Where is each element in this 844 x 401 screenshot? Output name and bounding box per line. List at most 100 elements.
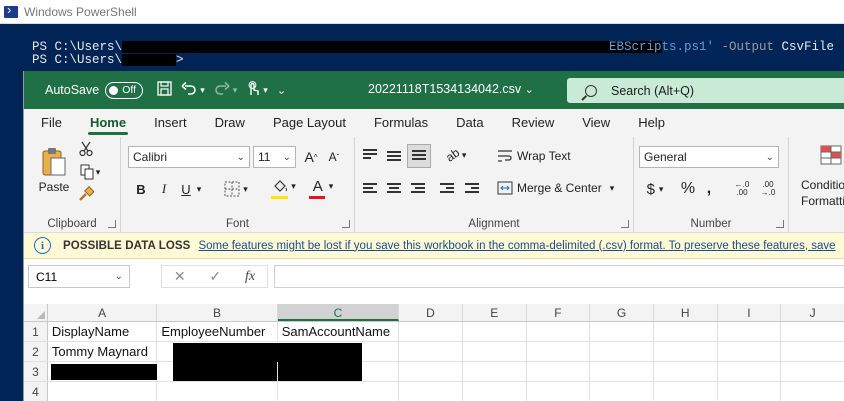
select-all-button[interactable] [24, 304, 48, 321]
cell-a2[interactable]: Tommy Maynard [48, 342, 158, 361]
tab-data[interactable]: Data [442, 109, 497, 137]
tab-formulas[interactable]: Formulas [360, 109, 442, 137]
align-center-icon[interactable] [387, 183, 401, 195]
cancel-icon[interactable]: ✕ [174, 268, 186, 285]
cell-j4[interactable] [781, 382, 844, 401]
cell-h1[interactable] [654, 322, 718, 341]
cell-g1[interactable] [590, 322, 654, 341]
cell-f3[interactable] [527, 362, 591, 381]
touch-dropdown-icon[interactable]: ▾ [263, 85, 268, 96]
row-header[interactable]: 1 [24, 322, 48, 341]
infobar-message[interactable]: Some features might be lost if you save … [198, 240, 835, 252]
cell-f2[interactable] [527, 342, 591, 361]
row-header[interactable]: 4 [24, 382, 48, 401]
cell-i1[interactable] [718, 322, 782, 341]
cell-b4[interactable] [157, 382, 278, 401]
customize-toolbar-icon[interactable]: ⌄ [277, 84, 286, 97]
tab-draw[interactable]: Draw [201, 109, 259, 137]
undo-icon[interactable] [181, 81, 197, 99]
cell-a3[interactable] [48, 362, 158, 381]
wrap-text-button[interactable]: Wrap Text [497, 145, 577, 167]
align-top-icon[interactable] [363, 149, 377, 161]
cell-d1[interactable] [399, 322, 463, 341]
font-color-icon[interactable]: A ▾ [307, 175, 339, 197]
formula-input[interactable] [274, 265, 844, 288]
tab-page-layout[interactable]: Page Layout [259, 109, 360, 137]
cell-h2[interactable] [654, 342, 718, 361]
cell-d4[interactable] [399, 382, 463, 401]
increase-indent-icon[interactable] [465, 183, 479, 195]
touch-mode-icon[interactable] [246, 80, 260, 100]
cell-a1[interactable]: DisplayName [48, 322, 158, 341]
cell-g4[interactable] [590, 382, 654, 401]
italic-button[interactable]: I [156, 178, 172, 200]
tab-help[interactable]: Help [624, 109, 679, 137]
undo-dropdown-icon[interactable]: ▾ [200, 85, 205, 96]
tab-insert[interactable]: Insert [140, 109, 201, 137]
search-box[interactable]: Search (Alt+Q) [567, 78, 844, 103]
font-size-select[interactable]: 11 ⌄ [253, 146, 296, 168]
cell-c4[interactable] [278, 382, 400, 401]
cell-d3[interactable] [399, 362, 463, 381]
column-header-c[interactable]: C [277, 304, 400, 321]
copy-icon[interactable]: ▾ [77, 163, 103, 181]
cell-g3[interactable] [590, 362, 654, 381]
cell-e4[interactable] [463, 382, 527, 401]
autosave-switch[interactable]: Off [105, 81, 144, 99]
paste-button[interactable]: Paste [36, 143, 72, 197]
underline-button[interactable]: U [178, 178, 194, 200]
cell-f4[interactable] [527, 382, 591, 401]
cell-c3[interactable] [278, 362, 400, 381]
column-header-g[interactable]: G [590, 304, 654, 321]
tab-view[interactable]: View [568, 109, 624, 137]
format-painter-icon[interactable] [77, 185, 95, 203]
cell-j1[interactable] [781, 322, 844, 341]
cell-f1[interactable] [527, 322, 591, 341]
cell-e3[interactable] [463, 362, 527, 381]
save-icon[interactable] [157, 81, 172, 99]
number-launcher-icon[interactable] [776, 220, 784, 228]
borders-icon[interactable]: ▾ [221, 178, 251, 200]
cell-a4[interactable] [48, 382, 158, 401]
autosave-toggle[interactable]: AutoSave Off [45, 81, 144, 99]
align-bottom-icon[interactable] [407, 144, 431, 168]
tab-file[interactable]: File [24, 109, 76, 137]
orientation-icon[interactable]: ab ▾ [443, 145, 469, 165]
column-header-h[interactable]: H [654, 304, 718, 321]
cell-b1[interactable]: EmployeeNumber [157, 322, 278, 341]
column-header-a[interactable]: A [48, 304, 158, 321]
row-header[interactable]: 3 [24, 362, 48, 381]
cell-i3[interactable] [718, 362, 782, 381]
cell-b3[interactable] [157, 362, 278, 381]
align-left-icon[interactable] [363, 183, 377, 195]
bold-button[interactable]: B [133, 178, 149, 200]
font-family-select[interactable]: Calibri ⌄ [128, 146, 250, 168]
column-header-j[interactable]: J [781, 304, 844, 321]
document-title[interactable]: 20221118T1534134042.csv ⌄ [368, 82, 534, 96]
column-header-b[interactable]: B [157, 304, 278, 321]
merge-center-button[interactable]: Merge & Center ▾ [497, 177, 627, 199]
enter-icon[interactable]: ✓ [209, 268, 221, 285]
cut-icon[interactable] [77, 140, 95, 158]
column-header-d[interactable]: D [399, 304, 463, 321]
number-format-select[interactable]: General ⌄ [639, 146, 779, 168]
cell-i2[interactable] [718, 342, 782, 361]
increase-font-icon[interactable]: A ^ [301, 146, 321, 168]
align-middle-icon[interactable] [387, 151, 401, 163]
cell-d2[interactable] [399, 342, 463, 361]
alignment-launcher-icon[interactable] [621, 220, 629, 228]
cell-c1[interactable]: SamAccountName [278, 322, 400, 341]
decrease-indent-icon[interactable] [440, 183, 454, 195]
clipboard-launcher-icon[interactable] [108, 220, 116, 228]
cell-e2[interactable] [463, 342, 527, 361]
cell-b2[interactable] [157, 342, 363, 381]
column-header-e[interactable]: E [463, 304, 527, 321]
redo-dropdown-icon[interactable]: ▾ [233, 85, 238, 96]
comma-style-icon[interactable]: , [702, 178, 716, 200]
conditional-formatting-label[interactable]: Condition Formattin [801, 177, 844, 209]
cell-g2[interactable] [590, 342, 654, 361]
decrease-font-icon[interactable]: Aˇ [324, 146, 344, 168]
conditional-formatting-icon[interactable] [819, 143, 843, 167]
row-header[interactable]: 2 [24, 342, 48, 361]
increase-decimal-icon[interactable]: ←.0.00 [732, 178, 752, 200]
